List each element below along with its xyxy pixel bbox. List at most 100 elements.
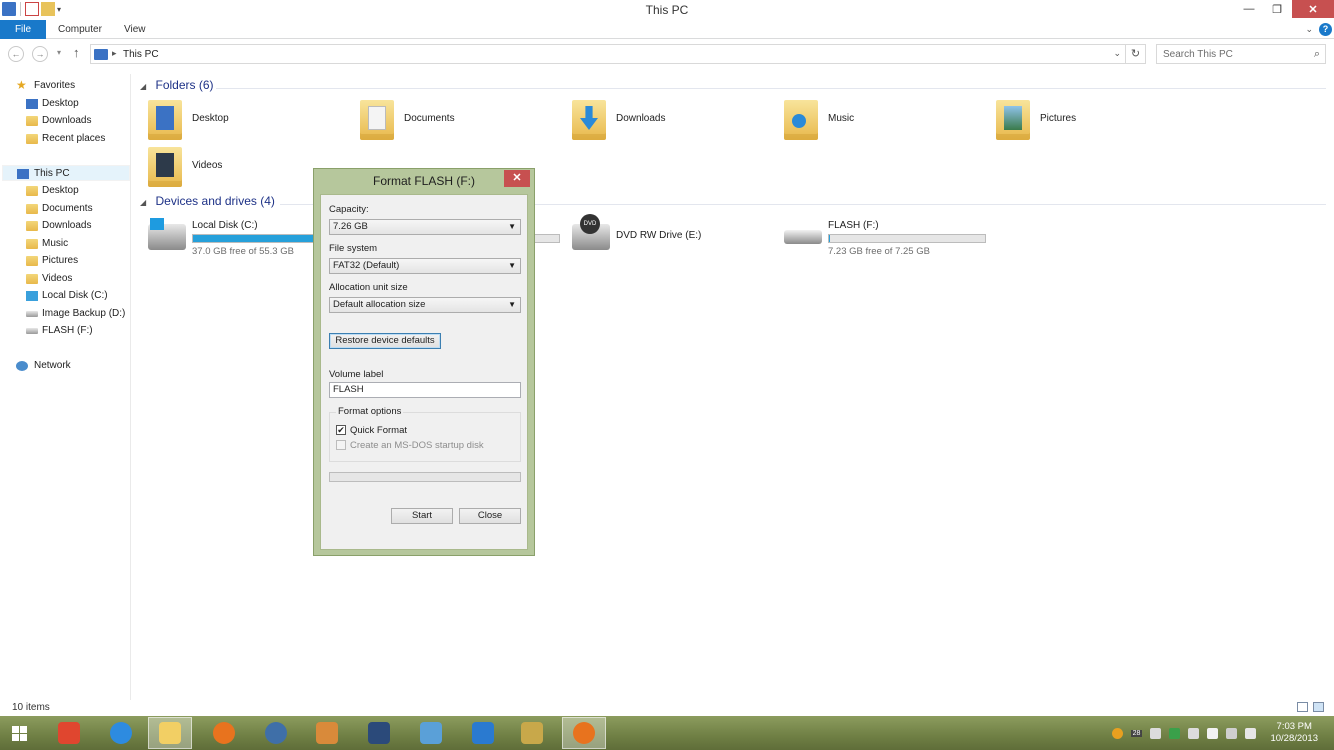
taskbar-thunderbird[interactable] <box>254 717 298 749</box>
clock[interactable]: 7:03 PM 10/28/2013 <box>1270 721 1318 745</box>
allocation-value: Default allocation size <box>333 299 426 310</box>
properties-icon[interactable] <box>25 2 39 16</box>
dvd-disc-icon: DVD <box>580 214 600 234</box>
taskbar-app-jar[interactable] <box>305 717 349 749</box>
collapse-icon[interactable]: ◢ <box>140 82 146 91</box>
volume-icon[interactable] <box>1245 727 1257 739</box>
drive-tile-dvd[interactable]: DVD DVD RW Drive (E:) <box>564 214 764 260</box>
nav-pc-videos[interactable]: Videos <box>24 271 124 287</box>
display-tray-icon[interactable] <box>1188 727 1200 739</box>
folder-icon <box>26 204 38 214</box>
taskbar-app-lock[interactable] <box>510 717 554 749</box>
allocation-select[interactable]: Default allocation size ▼ <box>329 297 521 313</box>
dialog-close-button[interactable]: ✕ <box>504 170 530 187</box>
folders-group-header[interactable]: ◢ Folders (6) <box>140 78 1326 98</box>
folder-tile-music[interactable]: Music <box>776 100 976 144</box>
nav-pc-flash[interactable]: FLASH (F:) <box>24 323 124 339</box>
nav-label: Desktop <box>42 98 79 109</box>
app-writer-icon <box>368 722 390 744</box>
dialog-close-action-button[interactable]: Close <box>459 508 521 524</box>
start-button[interactable]: Start <box>391 508 453 524</box>
up-button[interactable]: ↑ <box>73 45 80 60</box>
drive-icon <box>26 311 38 317</box>
new-folder-icon[interactable] <box>41 2 55 16</box>
search-icon[interactable]: ⌕ <box>1314 48 1320 61</box>
folder-tile-videos[interactable]: Videos <box>140 147 340 191</box>
nav-network[interactable]: Network <box>16 358 116 374</box>
nav-label: Desktop <box>42 185 79 196</box>
nav-this-pc[interactable]: This PC <box>2 165 130 181</box>
folder-tile-documents[interactable]: Documents <box>352 100 552 144</box>
app-network-icon <box>420 722 442 744</box>
tab-computer[interactable]: Computer <box>48 20 112 39</box>
close-button[interactable]: ✕ <box>1292 0 1334 18</box>
tray-app-icon[interactable] <box>1111 727 1123 739</box>
tab-view[interactable]: View <box>114 20 156 39</box>
file-explorer-icon <box>159 722 181 744</box>
nav-favorites-downloads[interactable]: Downloads <box>24 113 124 129</box>
address-bar[interactable]: ▸ This PC ⌄ <box>90 44 1126 64</box>
search-box[interactable]: ⌕ <box>1156 44 1326 64</box>
windows-start-icon <box>11 725 27 741</box>
help-icon[interactable]: ? <box>1319 23 1332 36</box>
drive-tile-flash[interactable]: FLASH (F:) 7.23 GB free of 7.25 GB <box>776 216 996 260</box>
nav-favorites-desktop[interactable]: Desktop <box>24 96 124 112</box>
recent-locations-icon[interactable]: ▾ <box>57 48 61 57</box>
taskbar-internet-explorer[interactable] <box>99 717 143 749</box>
calendar-badge[interactable]: 28 <box>1130 729 1143 737</box>
taskbar-file-explorer[interactable] <box>148 717 192 749</box>
nav-pc-music[interactable]: Music <box>24 236 124 252</box>
taskbar-app-grid[interactable] <box>461 717 505 749</box>
quick-format-checkbox[interactable]: ✔ <box>336 425 346 435</box>
music-folder-icon <box>784 100 818 140</box>
expand-ribbon-icon[interactable]: ⌄ <box>1305 24 1313 35</box>
explorer-icon[interactable] <box>2 2 16 16</box>
taskbar-power-app[interactable] <box>47 717 91 749</box>
forward-button[interactable]: → <box>32 46 48 62</box>
security-tray-icon[interactable] <box>1169 727 1181 739</box>
volume-label-field[interactable]: FLASH <box>329 382 521 398</box>
breadcrumb[interactable]: This PC <box>123 49 159 60</box>
search-input[interactable] <box>1157 45 1297 63</box>
nav-pc-local-disk[interactable]: Local Disk (C:) <box>24 288 124 304</box>
collapse-icon[interactable]: ◢ <box>140 198 146 207</box>
tile-label: Desktop <box>192 113 229 124</box>
capacity-select[interactable]: 7.26 GB ▼ <box>329 219 521 235</box>
nav-label: Local Disk (C:) <box>42 290 108 301</box>
maximize-button[interactable]: ❐ <box>1264 0 1290 18</box>
folder-tile-downloads[interactable]: Downloads <box>564 100 764 144</box>
minimize-button[interactable]: — <box>1236 0 1262 18</box>
filesystem-select[interactable]: FAT32 (Default) ▼ <box>329 258 521 274</box>
taskbar-firefox[interactable] <box>202 717 246 749</box>
restore-defaults-button[interactable]: Restore device defaults <box>329 333 441 349</box>
nav-pc-downloads[interactable]: Downloads <box>24 218 124 234</box>
nav-pc-image-backup[interactable]: Image Backup (D:) <box>24 306 128 322</box>
network-tray-icon[interactable] <box>1150 727 1162 739</box>
action-center-flag-icon[interactable] <box>1207 727 1219 739</box>
refresh-button[interactable]: ↻ <box>1126 44 1146 64</box>
back-button[interactable]: ← <box>8 46 24 62</box>
qat-dropdown-icon[interactable]: ▾ <box>57 5 61 14</box>
dialog-title: Format FLASH (F:) <box>372 174 475 188</box>
nav-favorites-recent[interactable]: Recent places <box>24 131 124 147</box>
taskbar-firefox-2[interactable] <box>562 717 606 749</box>
folder-tile-desktop[interactable]: Desktop <box>140 100 340 144</box>
taskbar-app-writer[interactable] <box>357 717 401 749</box>
nav-favorites[interactable]: ★ Favorites <box>16 78 126 94</box>
folder-tile-pictures[interactable]: Pictures <box>988 100 1188 144</box>
folder-icon <box>26 256 38 266</box>
tile-label: Pictures <box>1040 113 1077 124</box>
nav-pc-documents[interactable]: Documents <box>24 201 124 217</box>
start-button-taskbar[interactable] <box>0 717 38 749</box>
breadcrumb-chevron-icon[interactable]: ▸ <box>112 48 117 59</box>
safely-remove-icon[interactable] <box>1226 727 1238 739</box>
nav-pc-pictures[interactable]: Pictures <box>24 253 124 269</box>
tab-file[interactable]: File <box>0 20 46 39</box>
large-icons-view-icon[interactable] <box>1313 702 1324 712</box>
clock-time: 7:03 PM <box>1276 721 1312 732</box>
taskbar-app-network[interactable] <box>409 717 453 749</box>
address-dropdown-icon[interactable]: ⌄ <box>1113 48 1121 59</box>
nav-pc-desktop[interactable]: Desktop <box>24 183 124 199</box>
nav-label: Videos <box>42 273 73 284</box>
details-view-icon[interactable] <box>1297 702 1308 712</box>
